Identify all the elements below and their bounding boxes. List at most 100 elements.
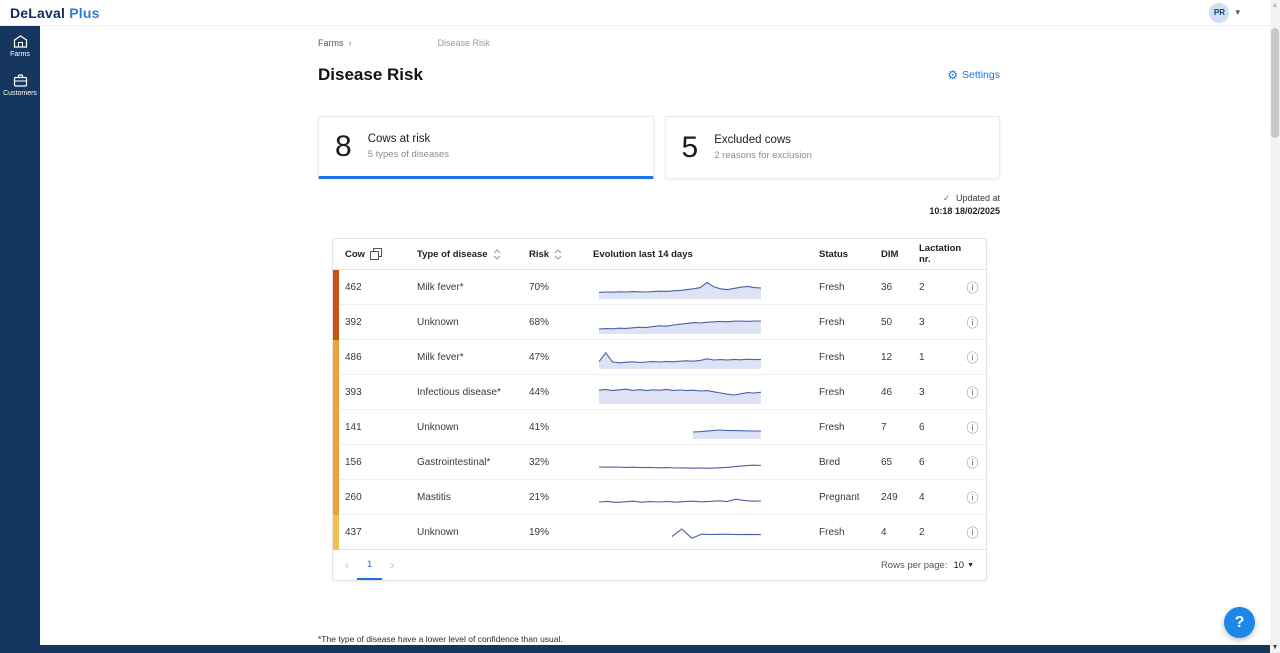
disease-type: Milk fever* — [411, 352, 523, 363]
card-value: 5 — [682, 131, 699, 165]
sidebar-item-label: Farms — [10, 51, 30, 58]
dim-value: 65 — [875, 457, 913, 468]
prev-page-button[interactable]: ‹ — [339, 558, 355, 572]
updated-status: ✓ Updated at 10:18 18/02/2025 — [318, 192, 1000, 218]
table-row[interactable]: 392 Unknown 68% Fresh 50 3 ⓘ — [333, 305, 986, 340]
lactation-value: 2 — [913, 282, 957, 293]
table-footer: ‹ 1 › Rows per page: 10 ▼ — [333, 550, 986, 580]
col-status: Status — [819, 249, 848, 260]
status-value: Fresh — [813, 422, 875, 433]
col-dim: DIM — [881, 249, 898, 260]
breadcrumb-farms[interactable]: Farms — [318, 38, 344, 48]
col-disease: Type of disease — [417, 249, 488, 260]
cow-id: 392 — [339, 317, 411, 328]
table-row[interactable]: 462 Milk fever* 70% Fresh 36 2 ⓘ — [333, 270, 986, 305]
cow-id: 393 — [339, 387, 411, 398]
scrollbar[interactable]: ▲ ▼ — [1270, 0, 1280, 653]
card-cows-at-risk[interactable]: 8 Cows at risk 5 types of diseases — [318, 116, 654, 179]
cow-id: 462 — [339, 282, 411, 293]
disease-type: Unknown — [411, 317, 523, 328]
card-title: Cows at risk — [368, 133, 449, 145]
cow-id: 486 — [339, 352, 411, 363]
disease-risk-table: Cow Type of disease Risk — [332, 238, 987, 581]
sort-icon[interactable] — [493, 249, 501, 260]
table-row[interactable]: 437 Unknown 19% Fresh 4 2 ⓘ — [333, 515, 986, 550]
cow-id: 260 — [339, 492, 411, 503]
sidebar: Farms Customers — [0, 26, 40, 645]
evolution-sparkline — [599, 381, 761, 405]
col-cow: Cow — [345, 249, 365, 260]
lactation-value: 3 — [913, 317, 957, 328]
lactation-value: 2 — [913, 527, 957, 538]
scroll-down-icon[interactable]: ▼ — [1270, 644, 1280, 651]
table-row[interactable]: 141 Unknown 41% Fresh 7 6 ⓘ — [333, 410, 986, 445]
table-body: 462 Milk fever* 70% Fresh 36 2 ⓘ 392 Unk… — [333, 270, 986, 550]
page-title: Disease Risk — [318, 65, 423, 85]
brand-plus: Plus — [69, 5, 99, 21]
risk-value: 68% — [523, 317, 587, 328]
info-icon[interactable]: ⓘ — [966, 421, 978, 435]
sidebar-item-farms[interactable]: Farms — [0, 26, 40, 65]
card-value: 8 — [335, 130, 352, 164]
lactation-value: 6 — [913, 457, 957, 468]
status-value: Bred — [813, 457, 875, 468]
scroll-up-icon[interactable]: ▲ — [1270, 2, 1280, 9]
risk-value: 41% — [523, 422, 587, 433]
breadcrumb: Farms › Disease Risk — [318, 38, 1000, 48]
status-value: Fresh — [813, 387, 875, 398]
risk-value: 70% — [523, 282, 587, 293]
info-icon[interactable]: ⓘ — [966, 491, 978, 505]
copy-icon[interactable] — [370, 248, 382, 260]
info-icon[interactable]: ⓘ — [966, 386, 978, 400]
pagination: ‹ 1 › — [339, 550, 400, 580]
card-excluded-cows[interactable]: 5 Excluded cows 2 reasons for exclusion — [665, 116, 1001, 179]
table-row[interactable]: 486 Milk fever* 47% Fresh 12 1 ⓘ — [333, 340, 986, 375]
settings-button[interactable]: ⚙ Settings — [947, 69, 1000, 81]
table-row[interactable]: 260 Mastitis 21% Pregnant 249 4 ⓘ — [333, 480, 986, 515]
cow-id: 156 — [339, 457, 411, 468]
disease-type: Infectious disease* — [411, 387, 523, 398]
info-icon[interactable]: ⓘ — [966, 316, 978, 330]
chevron-down-icon[interactable]: ▾ — [1235, 7, 1240, 18]
user-menu[interactable]: PR ▾ — [1209, 3, 1240, 23]
info-icon[interactable]: ⓘ — [966, 351, 978, 365]
lactation-value: 1 — [913, 352, 957, 363]
dim-value: 249 — [875, 492, 913, 503]
breadcrumb-separator: › — [349, 38, 352, 48]
table-row[interactable]: 156 Gastrointestinal* 32% Bred 65 6 ⓘ — [333, 445, 986, 480]
evolution-sparkline — [599, 276, 761, 300]
info-icon[interactable]: ⓘ — [966, 526, 978, 540]
cow-id: 141 — [339, 422, 411, 433]
disease-type: Unknown — [411, 527, 523, 538]
table-header: Cow Type of disease Risk — [333, 239, 986, 270]
table-row[interactable]: 393 Infectious disease* 44% Fresh 46 3 ⓘ — [333, 375, 986, 410]
cow-id: 437 — [339, 527, 411, 538]
evolution-sparkline — [599, 486, 761, 510]
status-value: Fresh — [813, 527, 875, 538]
evolution-sparkline — [599, 416, 761, 440]
dim-value: 50 — [875, 317, 913, 328]
col-evolution: Evolution last 14 days — [593, 249, 693, 260]
lactation-value: 4 — [913, 492, 957, 503]
rows-per-page-label: Rows per page: — [881, 560, 948, 571]
lactation-value: 6 — [913, 422, 957, 433]
dim-value: 36 — [875, 282, 913, 293]
avatar[interactable]: PR — [1209, 3, 1229, 23]
disease-type: Milk fever* — [411, 282, 523, 293]
sort-icon[interactable] — [554, 249, 562, 260]
help-button[interactable]: ? — [1224, 607, 1255, 638]
risk-value: 44% — [523, 387, 587, 398]
lactation-value: 3 — [913, 387, 957, 398]
card-title: Excluded cows — [714, 134, 812, 146]
page-number[interactable]: 1 — [357, 550, 382, 580]
rows-per-page-value: 10 — [953, 560, 964, 571]
brand-delaval: DeLaval — [10, 5, 65, 21]
scrollbar-thumb[interactable] — [1271, 28, 1279, 138]
info-icon[interactable]: ⓘ — [966, 281, 978, 295]
brand-logo[interactable]: DeLaval Plus — [10, 5, 100, 21]
info-icon[interactable]: ⓘ — [966, 456, 978, 470]
rows-per-page-select[interactable]: 10 ▼ — [953, 560, 974, 571]
next-page-button[interactable]: › — [384, 558, 400, 572]
disease-footnote: *The type of disease have a lower level … — [318, 634, 563, 644]
sidebar-item-customers[interactable]: Customers — [0, 65, 40, 104]
